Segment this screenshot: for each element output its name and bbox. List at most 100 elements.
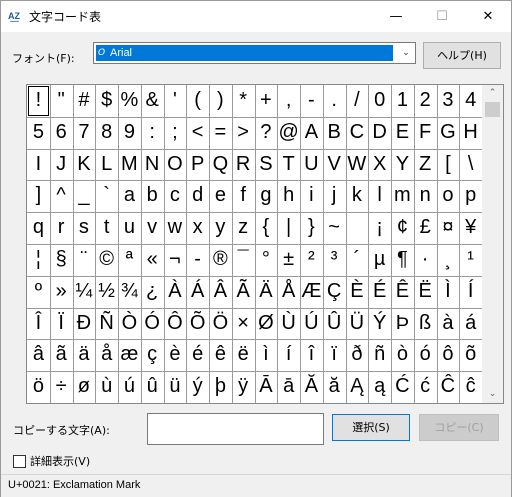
char-cell[interactable]: d [186,180,209,212]
char-cell[interactable]: è [164,339,187,371]
char-cell[interactable]: h [277,180,300,212]
char-cell[interactable]: > [232,117,255,149]
char-cell[interactable]: Á [186,276,209,308]
char-cell[interactable]: N [141,149,164,181]
char-cell[interactable]: Q [209,149,232,181]
char-cell[interactable]: O [164,149,187,181]
char-cell[interactable]: . [323,85,346,117]
char-cell[interactable]: » [50,276,73,308]
char-cell[interactable]: À [164,276,187,308]
char-cell[interactable]: þ [209,371,232,403]
char-cell[interactable]: ý [186,371,209,403]
char-cell[interactable]: ) [209,85,232,117]
char-cell[interactable]: | [277,212,300,244]
scroll-up-icon[interactable]: ⌃ [482,85,503,102]
char-cell[interactable]: M [118,149,141,181]
char-cell[interactable]: é [186,339,209,371]
char-cell[interactable]: û [141,371,164,403]
close-button[interactable]: ✕ [465,1,511,32]
char-cell[interactable]: Ì [437,276,460,308]
char-cell[interactable]: ¿ [141,276,164,308]
help-button[interactable]: ヘルプ(H) [423,42,501,69]
char-cell[interactable]: p [459,180,482,212]
select-button[interactable]: 選択(S) [332,414,410,441]
char-cell[interactable]: T [277,149,300,181]
char-cell[interactable]: · [414,244,437,276]
char-cell[interactable]: à [437,308,460,340]
char-cell[interactable]: Ë [414,276,437,308]
char-cell[interactable]: l [368,180,391,212]
char-cell[interactable]: = [209,117,232,149]
char-cell[interactable]: U [300,149,323,181]
char-cell[interactable]: ö [27,371,50,403]
char-cell[interactable]: * [232,85,255,117]
char-cell[interactable]: Z [414,149,437,181]
char-cell[interactable]: á [459,308,482,340]
char-cell[interactable]: # [73,85,96,117]
char-cell[interactable]: W [346,149,369,181]
char-cell[interactable]: Ý [368,308,391,340]
copy-characters-input[interactable] [147,413,324,445]
char-cell[interactable]: F [414,117,437,149]
char-cell[interactable]: ÿ [232,371,255,403]
char-cell[interactable]: ć [414,371,437,403]
char-cell[interactable]: : [141,117,164,149]
char-cell[interactable]: Î [27,308,50,340]
char-cell[interactable]: { [255,212,278,244]
char-cell[interactable]: ( [186,85,209,117]
char-cell[interactable]: t [95,212,118,244]
char-cell[interactable]: g [255,180,278,212]
char-cell[interactable]: ^ [50,180,73,212]
char-cell[interactable]: ą [368,371,391,403]
char-cell[interactable]: É [368,276,391,308]
char-cell[interactable]: « [141,244,164,276]
char-cell[interactable]: [ [437,149,460,181]
char-cell[interactable]: 5 [27,117,50,149]
char-cell[interactable]: × [232,308,255,340]
char-cell[interactable]: ß [414,308,437,340]
char-cell[interactable]: - [186,244,209,276]
char-cell[interactable]: B [323,117,346,149]
char-cell[interactable]: 0 [368,85,391,117]
char-cell[interactable]: ~ [323,212,346,244]
char-cell[interactable]: ¢ [391,212,414,244]
char-cell[interactable]: ¼ [73,276,96,308]
chevron-down-icon[interactable]: ⌄ [397,43,415,63]
char-cell[interactable]: K [73,149,96,181]
char-cell[interactable]: Ï [50,308,73,340]
char-cell[interactable]: ; [164,117,187,149]
char-cell[interactable]: b [141,180,164,212]
vertical-scrollbar[interactable]: ⌃ ⌄ [482,85,503,403]
char-cell[interactable]: G [437,117,460,149]
char-cell[interactable]: Ć [391,371,414,403]
char-cell[interactable]: f [232,180,255,212]
char-cell[interactable]: ä [73,339,96,371]
char-cell[interactable]: z [232,212,255,244]
char-cell[interactable]: Ą [346,371,369,403]
char-cell[interactable]: ' [164,85,187,117]
char-cell[interactable]: ¬ [164,244,187,276]
char-cell[interactable]: Ð [73,308,96,340]
char-cell[interactable]: 1 [391,85,414,117]
char-cell[interactable]: - [300,85,323,117]
char-cell[interactable]: D [368,117,391,149]
char-cell[interactable]: ° [255,244,278,276]
char-cell[interactable]: Ø [255,308,278,340]
char-cell[interactable]: 8 [95,117,118,149]
char-cell[interactable]: Ā [255,371,278,403]
char-cell[interactable]: , [277,85,300,117]
char-cell[interactable]: _ [73,180,96,212]
maximize-button[interactable]: ☐ [419,1,465,32]
char-cell[interactable]: ï [323,339,346,371]
char-cell[interactable]: X [368,149,391,181]
char-cell[interactable]: Ö [209,308,232,340]
char-cell[interactable] [346,212,369,244]
char-cell[interactable]: ¡ [368,212,391,244]
char-cell[interactable]: j [323,180,346,212]
char-cell[interactable]: ĉ [459,371,482,403]
char-cell[interactable]: v [141,212,164,244]
char-cell[interactable]: î [300,339,323,371]
char-cell[interactable]: ë [232,339,255,371]
char-cell[interactable]: Æ [300,276,323,308]
char-cell[interactable]: S [255,149,278,181]
